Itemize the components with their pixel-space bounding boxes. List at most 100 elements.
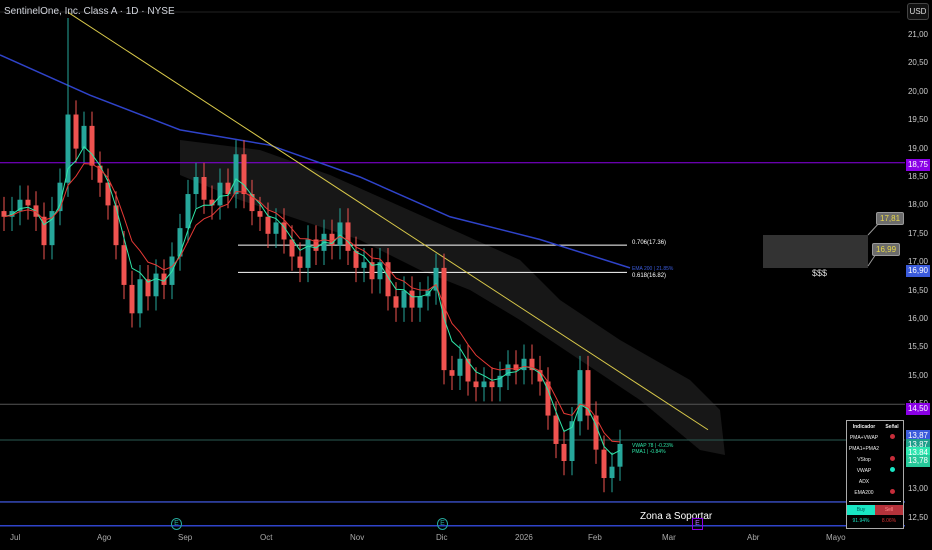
target-label: $$$	[812, 268, 828, 278]
symbol-title: SentinelOne, Inc. Class A · 1D · NYSE	[4, 6, 175, 17]
y-tick-label: 13,00	[907, 484, 928, 494]
trendline	[67, 11, 709, 431]
x-tick-label: Nov	[350, 533, 365, 542]
indicator-name: PMA1+PMA2	[848, 445, 880, 452]
price-label: 18,75	[906, 159, 930, 171]
price-label: 14,50	[906, 403, 930, 415]
candle-body	[193, 177, 199, 195]
pma-label: PMA1 | -0.84%	[632, 449, 666, 455]
ema200-label: EMA 200 | 21.85%	[632, 266, 674, 272]
candle-body	[65, 114, 71, 183]
y-tick-label: 18,00	[907, 200, 928, 210]
candle-body	[409, 290, 415, 308]
candle-body	[489, 381, 495, 388]
candle-body	[81, 125, 87, 149]
signal-row: EMA200	[847, 487, 903, 498]
candle-body	[153, 273, 159, 297]
indicator-name: EMA200	[854, 489, 874, 496]
candle-body	[297, 256, 303, 268]
candle-body	[457, 358, 463, 376]
signal-table: Indicador Señal PMA+VWAP PMA1+PMA2 VStop VWA…	[846, 420, 904, 529]
sell-cell: Sell	[875, 504, 903, 515]
price-chart[interactable]	[0, 0, 932, 550]
x-tick-label: Ago	[97, 533, 112, 542]
table-header: Indicador	[852, 423, 876, 430]
y-tick-label: 20,00	[907, 86, 928, 96]
candle-body	[25, 199, 31, 206]
y-tick-label: 16,00	[907, 314, 928, 323]
candle-body	[481, 381, 487, 388]
candle-body	[265, 216, 271, 234]
callout-low[interactable]: 16,99	[872, 243, 901, 256]
candle-body	[473, 381, 479, 388]
candle-body	[401, 290, 407, 308]
x-tick-label: Sep	[178, 533, 193, 542]
x-tick-label: Dic	[436, 533, 448, 542]
candle-body	[305, 239, 311, 268]
candle-body	[137, 279, 143, 314]
earnings-marker[interactable]: E	[171, 518, 182, 530]
table-header: Señal	[885, 423, 899, 430]
y-tick-label: 15,50	[907, 342, 928, 352]
x-tick-label: Mar	[662, 533, 676, 542]
signal-dot	[881, 456, 903, 463]
y-tick-label: 20,50	[907, 58, 928, 68]
buy-cell: Buy	[847, 504, 875, 515]
candle-body	[417, 296, 423, 308]
signal-dot	[881, 434, 903, 441]
indicator-name: VStop	[857, 456, 871, 463]
x-tick-label: Feb	[588, 533, 602, 542]
candle-body	[113, 205, 119, 246]
target-zone-box	[763, 235, 868, 268]
candle-body	[257, 211, 263, 217]
candle-body	[609, 466, 615, 479]
candle-body	[89, 125, 95, 166]
y-tick-label: 21,00	[907, 30, 928, 39]
callout-high[interactable]: 17,81	[876, 212, 905, 225]
buy-pct: 91.94%	[852, 517, 870, 524]
sell-pct: 8.06%	[881, 517, 897, 524]
candle-body	[273, 222, 279, 234]
signal-row: ADX	[847, 476, 903, 487]
currency-button[interactable]: USD	[907, 3, 929, 20]
signal-row: VStop	[847, 454, 903, 465]
signal-row: PMA1+PMA2	[847, 443, 903, 454]
candle-body	[217, 182, 223, 206]
earnings-marker[interactable]: E	[437, 518, 448, 530]
signal-dot	[881, 489, 903, 496]
candle-body	[121, 245, 127, 285]
candle-body	[73, 114, 79, 149]
signal-row: PMA+VWAP	[847, 432, 903, 443]
y-tick-label: 19,50	[907, 115, 928, 125]
price-label: 16,90	[906, 265, 930, 277]
y-tick-label: 19,00	[907, 143, 928, 153]
indicator-name: VWAP	[856, 467, 872, 474]
x-tick-label: Jul	[10, 533, 21, 542]
price-label: 13,78	[906, 455, 930, 467]
candle-body	[185, 194, 191, 229]
y-tick-label: 16,50	[907, 285, 928, 295]
indicator-name: ADX	[858, 478, 870, 485]
candle-body	[337, 222, 343, 246]
candle-body	[129, 284, 135, 314]
signal-dot	[881, 467, 903, 474]
y-tick-label: 12,50	[907, 512, 928, 522]
candle-body	[201, 177, 207, 200]
candle-body	[177, 228, 183, 257]
y-tick-label: 18,50	[907, 172, 928, 181]
indicator-name: PMA+VWAP	[849, 434, 879, 441]
x-tick-label: Mayo	[826, 533, 846, 542]
candle-body	[233, 154, 239, 195]
x-tick-label: 2026	[515, 533, 533, 542]
x-tick-label: Oct	[260, 533, 273, 542]
candle-body	[433, 267, 439, 291]
ichimoku-cloud	[180, 140, 725, 455]
candle-body	[601, 449, 607, 479]
candle-body	[521, 358, 527, 371]
y-tick-label: 17,50	[907, 228, 928, 238]
candle-body	[449, 370, 455, 376]
fib-label-0618: 0.618(16.82)	[632, 273, 667, 279]
candle-body	[577, 370, 583, 422]
earnings-marker-upcoming[interactable]: E	[692, 518, 703, 530]
x-tick-label: Abr	[747, 533, 760, 542]
